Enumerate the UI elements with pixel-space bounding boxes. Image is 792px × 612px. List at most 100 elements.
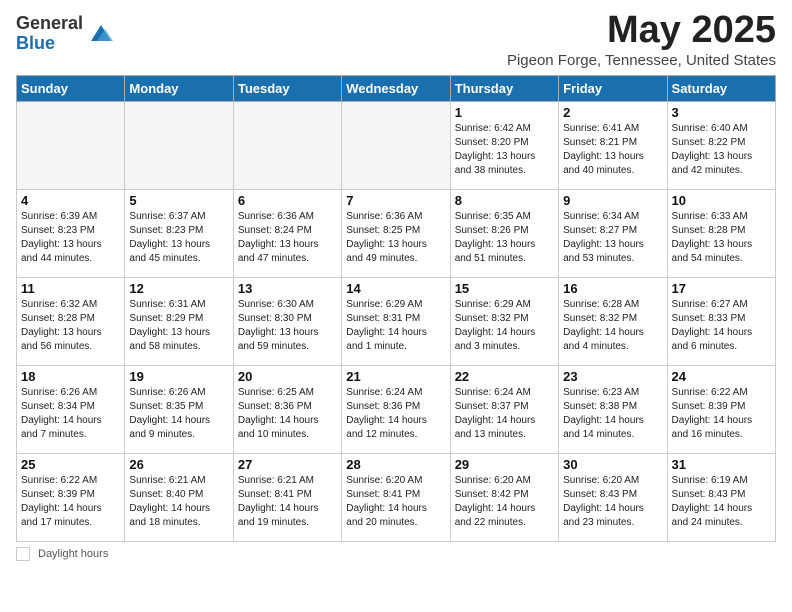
calendar-cell: 14Sunrise: 6:29 AM Sunset: 8:31 PM Dayli… [342, 277, 450, 365]
day-number: 7 [346, 193, 445, 208]
cell-info: Sunrise: 6:41 AM Sunset: 8:21 PM Dayligh… [563, 122, 662, 178]
calendar-cell: 24 Sunrise: 6:22 AM Sunset: 8:39 PM Dayli… [667, 365, 775, 453]
calendar-cell: 3Sunrise: 6:40 AM Sunset: 8:22 PM Daylig… [667, 101, 775, 189]
cell-info: Sunrise: 6:22 AM Sunset: 8:39 PM Dayligh… [672, 386, 771, 442]
calendar-cell: 27 Sunrise: 6:21 AM Sunset: 8:41 PM Dayli… [233, 453, 341, 541]
logo-icon [87, 19, 115, 47]
calendar-cell: 4 Sunrise: 6:39 AM Sunset: 8:23 PM Daylig… [17, 189, 125, 277]
calendar-cell: 13Sunrise: 6:30 AM Sunset: 8:30 PM Dayli… [233, 277, 341, 365]
cell-info: Sunrise: 6:21 AM Sunset: 8:40 PM Dayligh… [129, 474, 228, 530]
calendar-header-sunday: Sunday [17, 75, 125, 101]
cell-info: Sunrise: 6:20 AM Sunset: 8:41 PM Dayligh… [346, 474, 445, 530]
day-number: 15 [455, 281, 554, 296]
day-number: 11 [21, 281, 120, 296]
day-number: 24 [672, 369, 771, 384]
cell-info: Sunrise: 6:22 AM Sunset: 8:39 PM Dayligh… [21, 474, 120, 530]
calendar-header-friday: Friday [559, 75, 667, 101]
cell-info: Sunrise: 6:28 AM Sunset: 8:32 PM Dayligh… [563, 298, 662, 354]
calendar: SundayMondayTuesdayWednesdayThursdayFrid… [16, 75, 776, 542]
cell-info: Sunrise: 6:26 AM Sunset: 8:35 PM Dayligh… [129, 386, 228, 442]
calendar-cell: 18 Sunrise: 6:26 AM Sunset: 8:34 PM Dayli… [17, 365, 125, 453]
cell-info: Sunrise: 6:35 AM Sunset: 8:26 PM Dayligh… [455, 210, 554, 266]
day-number: 12 [129, 281, 228, 296]
calendar-cell: 11Sunrise: 6:32 AM Sunset: 8:28 PM Dayli… [17, 277, 125, 365]
day-number: 16 [563, 281, 662, 296]
day-number: 13 [238, 281, 337, 296]
logo-general: General [16, 14, 83, 34]
cell-info: Sunrise: 6:40 AM Sunset: 8:22 PM Dayligh… [672, 122, 771, 178]
logo-blue: Blue [16, 34, 83, 54]
cell-info: Sunrise: 6:29 AM Sunset: 8:32 PM Dayligh… [455, 298, 554, 354]
calendar-cell [233, 101, 341, 189]
day-number: 10 [672, 193, 771, 208]
calendar-cell: 22Sunrise: 6:24 AM Sunset: 8:37 PM Dayli… [450, 365, 558, 453]
logo: General Blue [16, 14, 115, 54]
cell-info: Sunrise: 6:37 AM Sunset: 8:23 PM Dayligh… [129, 210, 228, 266]
day-number: 18 [21, 369, 120, 384]
day-number: 1 [455, 105, 554, 120]
day-number: 2 [563, 105, 662, 120]
calendar-header-saturday: Saturday [667, 75, 775, 101]
day-number: 22 [455, 369, 554, 384]
cell-info: Sunrise: 6:36 AM Sunset: 8:24 PM Dayligh… [238, 210, 337, 266]
day-number: 5 [129, 193, 228, 208]
day-number: 25 [21, 457, 120, 472]
calendar-cell: 15 Sunrise: 6:29 AM Sunset: 8:32 PM Dayli… [450, 277, 558, 365]
calendar-cell: 29Sunrise: 6:20 AM Sunset: 8:42 PM Dayli… [450, 453, 558, 541]
week-row-2: 11Sunrise: 6:32 AM Sunset: 8:28 PM Dayli… [17, 277, 776, 365]
calendar-header-thursday: Thursday [450, 75, 558, 101]
cell-info: Sunrise: 6:20 AM Sunset: 8:42 PM Dayligh… [455, 474, 554, 530]
page: General Blue May 2025 Pigeon Forge, Tenn… [0, 0, 792, 571]
cell-info: Sunrise: 6:24 AM Sunset: 8:36 PM Dayligh… [346, 386, 445, 442]
calendar-cell: 28 Sunrise: 6:20 AM Sunset: 8:41 PM Dayli… [342, 453, 450, 541]
day-number: 14 [346, 281, 445, 296]
calendar-cell: 9 Sunrise: 6:34 AM Sunset: 8:27 PM Daylig… [559, 189, 667, 277]
daylight-label: Daylight hours [38, 548, 108, 560]
cell-info: Sunrise: 6:31 AM Sunset: 8:29 PM Dayligh… [129, 298, 228, 354]
calendar-header-tuesday: Tuesday [233, 75, 341, 101]
calendar-cell [17, 101, 125, 189]
day-number: 21 [346, 369, 445, 384]
cell-info: Sunrise: 6:39 AM Sunset: 8:23 PM Dayligh… [21, 210, 120, 266]
week-row-1: 4 Sunrise: 6:39 AM Sunset: 8:23 PM Daylig… [17, 189, 776, 277]
calendar-cell: 23Sunrise: 6:23 AM Sunset: 8:38 PM Dayli… [559, 365, 667, 453]
day-number: 9 [563, 193, 662, 208]
calendar-cell [342, 101, 450, 189]
calendar-cell: 19 Sunrise: 6:26 AM Sunset: 8:35 PM Dayli… [125, 365, 233, 453]
day-number: 17 [672, 281, 771, 296]
day-number: 20 [238, 369, 337, 384]
calendar-cell: 26 Sunrise: 6:21 AM Sunset: 8:40 PM Dayli… [125, 453, 233, 541]
header: General Blue May 2025 Pigeon Forge, Tenn… [16, 10, 776, 69]
day-number: 23 [563, 369, 662, 384]
cell-info: Sunrise: 6:33 AM Sunset: 8:28 PM Dayligh… [672, 210, 771, 266]
day-number: 26 [129, 457, 228, 472]
day-number: 28 [346, 457, 445, 472]
calendar-cell: 1 Sunrise: 6:42 AM Sunset: 8:20 PM Daylig… [450, 101, 558, 189]
cell-info: Sunrise: 6:34 AM Sunset: 8:27 PM Dayligh… [563, 210, 662, 266]
calendar-cell: 8 Sunrise: 6:35 AM Sunset: 8:26 PM Daylig… [450, 189, 558, 277]
cell-info: Sunrise: 6:42 AM Sunset: 8:20 PM Dayligh… [455, 122, 554, 178]
calendar-cell: 21 Sunrise: 6:24 AM Sunset: 8:36 PM Dayli… [342, 365, 450, 453]
calendar-header-monday: Monday [125, 75, 233, 101]
day-number: 19 [129, 369, 228, 384]
cell-info: Sunrise: 6:25 AM Sunset: 8:36 PM Dayligh… [238, 386, 337, 442]
cell-info: Sunrise: 6:36 AM Sunset: 8:25 PM Dayligh… [346, 210, 445, 266]
calendar-header-row: SundayMondayTuesdayWednesdayThursdayFrid… [17, 75, 776, 101]
title-block: May 2025 Pigeon Forge, Tennessee, United… [507, 10, 776, 69]
cell-info: Sunrise: 6:19 AM Sunset: 8:43 PM Dayligh… [672, 474, 771, 530]
week-row-0: 1 Sunrise: 6:42 AM Sunset: 8:20 PM Daylig… [17, 101, 776, 189]
logo-text: General Blue [16, 14, 83, 54]
cell-info: Sunrise: 6:21 AM Sunset: 8:41 PM Dayligh… [238, 474, 337, 530]
day-number: 30 [563, 457, 662, 472]
month-year: May 2025 [507, 10, 776, 52]
day-number: 27 [238, 457, 337, 472]
footer: Daylight hours [16, 547, 776, 561]
day-number: 31 [672, 457, 771, 472]
cell-info: Sunrise: 6:26 AM Sunset: 8:34 PM Dayligh… [21, 386, 120, 442]
week-row-3: 18 Sunrise: 6:26 AM Sunset: 8:34 PM Dayli… [17, 365, 776, 453]
day-number: 4 [21, 193, 120, 208]
day-number: 8 [455, 193, 554, 208]
daylight-box [16, 547, 30, 561]
calendar-cell: 12 Sunrise: 6:31 AM Sunset: 8:29 PM Dayli… [125, 277, 233, 365]
calendar-cell [125, 101, 233, 189]
